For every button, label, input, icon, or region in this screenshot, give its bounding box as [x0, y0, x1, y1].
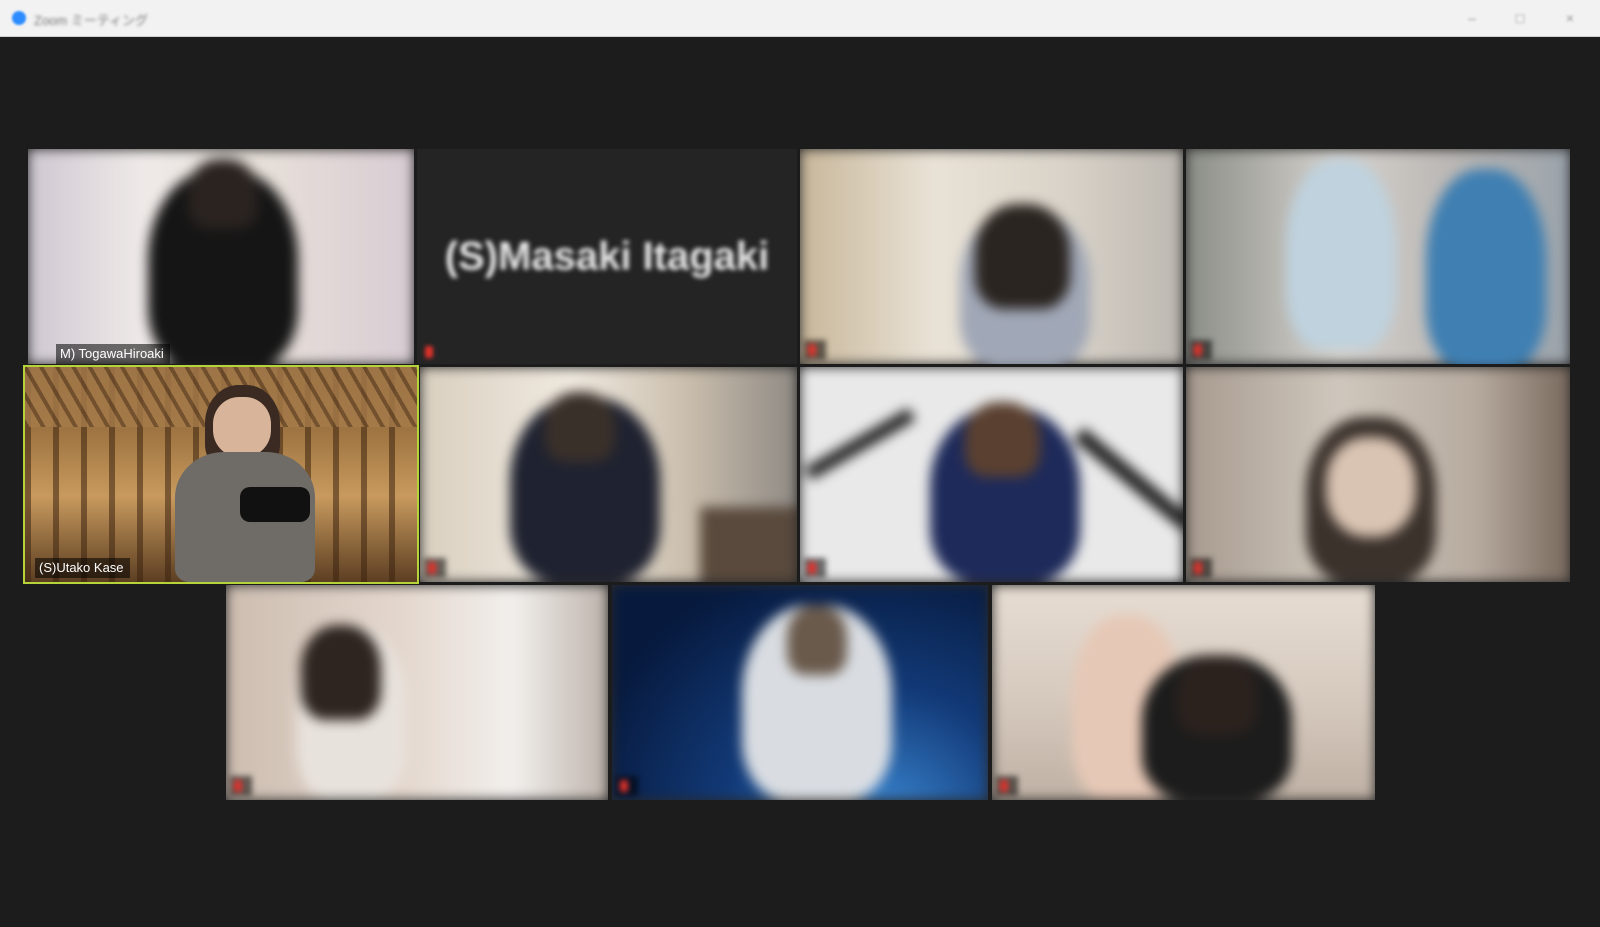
gallery-view: M) TogawaHiroaki (S)Masaki Itagaki (S)Ut… — [0, 37, 1600, 927]
participant-name — [996, 776, 1018, 796]
muted-mic-icon — [1194, 562, 1202, 574]
minimize-icon[interactable]: – — [1462, 8, 1482, 28]
muted-mic-icon — [808, 562, 816, 574]
window-title: Zoom ミーティング — [34, 13, 149, 28]
video-tile-togawa[interactable]: M) TogawaHiroaki — [28, 149, 414, 364]
video-tile-7[interactable] — [800, 367, 1183, 582]
video-tile-8[interactable] — [1186, 367, 1570, 582]
video-tile-3[interactable] — [800, 149, 1183, 364]
video-tile-10[interactable] — [612, 585, 988, 800]
participant-name — [1190, 558, 1212, 578]
muted-mic-icon — [234, 780, 242, 792]
participant-name — [1190, 340, 1212, 360]
participant-placeholder-name: (S)Masaki Itagaki — [444, 234, 770, 278]
video-tile-kase[interactable]: (S)Utako Kase — [23, 365, 419, 584]
muted-mic-icon — [620, 780, 628, 792]
muted-mic-icon — [808, 344, 816, 356]
close-icon[interactable]: × — [1560, 8, 1580, 28]
participant-name: (S)Utako Kase — [35, 558, 130, 578]
muted-mic-icon — [425, 346, 433, 358]
participant-name — [616, 776, 638, 796]
video-tile-4[interactable] — [1186, 149, 1570, 364]
participant-name — [804, 558, 826, 578]
participant-name-text: M) TogawaHiroaki — [60, 346, 164, 361]
participant-name — [424, 558, 446, 578]
window-titlebar: Zoom ミーティング – □ × — [0, 0, 1600, 37]
muted-mic-icon — [428, 562, 436, 574]
video-tile-11[interactable] — [992, 585, 1375, 800]
video-tile-itagaki[interactable]: (S)Masaki Itagaki — [417, 149, 797, 364]
participant-name-text: (S)Utako Kase — [39, 560, 124, 575]
participant-name — [804, 340, 826, 360]
participant-name — [230, 776, 252, 796]
muted-mic-icon — [1194, 344, 1202, 356]
video-tile-9[interactable] — [226, 585, 608, 800]
participant-name: M) TogawaHiroaki — [56, 344, 170, 364]
maximize-icon[interactable]: □ — [1510, 8, 1530, 28]
muted-mic-icon — [1000, 780, 1008, 792]
zoom-app-icon — [12, 11, 26, 25]
video-tile-6[interactable] — [420, 367, 797, 582]
